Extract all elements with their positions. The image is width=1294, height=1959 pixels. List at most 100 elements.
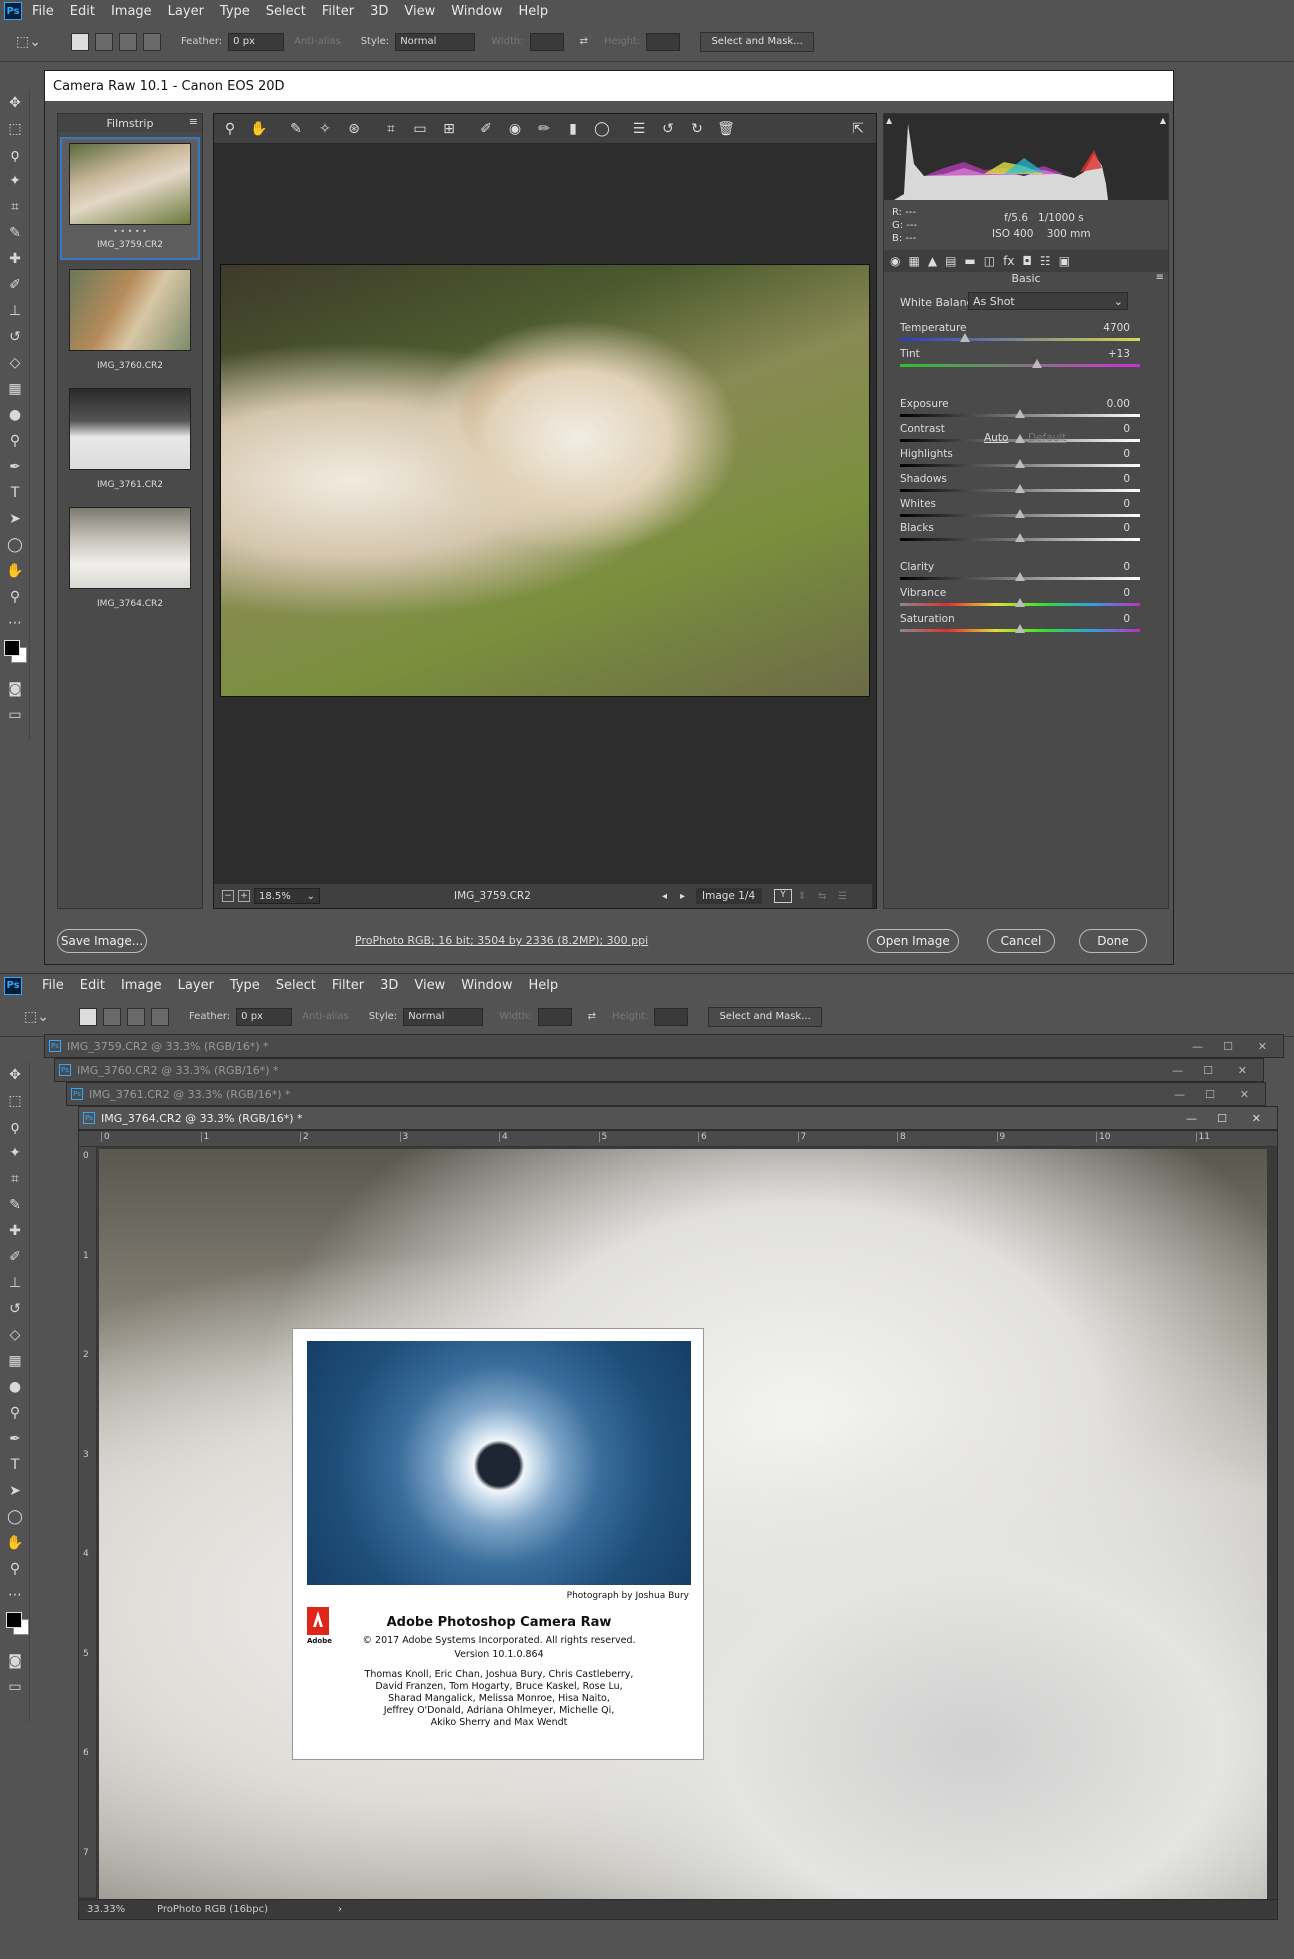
slider-saturation[interactable]: Saturation 0 <box>900 613 1144 633</box>
close-icon[interactable]: ✕ <box>1258 1040 1267 1053</box>
history-brush-icon[interactable]: ↺ <box>0 324 30 350</box>
fullscreen-icon[interactable]: ⇱ <box>848 121 868 137</box>
spot-removal-icon[interactable]: ✐ <box>476 121 496 137</box>
zoom-tool-icon[interactable]: ⚲ <box>0 584 30 610</box>
foreground-color-swatch[interactable] <box>4 640 20 656</box>
lasso-tool-icon[interactable]: ϙ <box>0 1114 30 1140</box>
slider-value[interactable]: 4700 <box>1103 322 1130 334</box>
workflow-options-link[interactable]: ProPhoto RGB; 16 bit; 3504 by 2336 (8.2M… <box>355 934 648 947</box>
slider-blacks[interactable]: Blacks 0 <box>900 522 1144 542</box>
targeted-adjustment-icon[interactable]: ⊛ <box>344 121 364 137</box>
minimize-icon[interactable]: — <box>1192 1040 1203 1053</box>
menu-select[interactable]: Select <box>276 978 316 993</box>
maximize-icon[interactable]: ☐ <box>1223 1040 1233 1053</box>
panel-menu-icon[interactable]: ≡ <box>1156 272 1164 283</box>
foreground-color-swatch[interactable] <box>6 1612 22 1628</box>
move-tool-icon[interactable]: ✥ <box>0 1062 30 1088</box>
about-camera-raw-dialog[interactable]: Photograph by Joshua Bury Adobe Adobe Ph… <box>292 1328 704 1760</box>
quick-mask-icon[interactable]: ◙ <box>0 1648 30 1674</box>
new-selection-icon[interactable] <box>78 1007 97 1026</box>
document-window-4[interactable]: Ps IMG_3764.CR2 @ 33.3% (RGB/16*) * — ☐ … <box>78 1106 1278 1130</box>
slider-thumb[interactable] <box>1015 484 1025 493</box>
shadow-clipping-icon[interactable]: ▲ <box>886 116 892 125</box>
menu-view[interactable]: View <box>414 978 445 993</box>
magic-wand-tool-icon[interactable]: ✦ <box>0 1140 30 1166</box>
swap-settings-icon[interactable]: ⇆ <box>818 891 826 902</box>
document-window-2[interactable]: Ps IMG_3760.CR2 @ 33.3% (RGB/16*) * — ☐ … <box>54 1058 1264 1082</box>
marquee-preset-icon[interactable]: ⬚⌄ <box>16 34 41 50</box>
close-icon[interactable]: ✕ <box>1240 1088 1249 1101</box>
maximize-icon[interactable]: ☐ <box>1203 1064 1213 1077</box>
tab-effects-icon[interactable]: fx <box>1003 254 1014 268</box>
style-select[interactable]: Normal <box>395 32 476 51</box>
slider-vibrance[interactable]: Vibrance 0 <box>900 587 1144 607</box>
menu-layer[interactable]: Layer <box>178 978 214 993</box>
close-icon[interactable]: ✕ <box>1238 1064 1247 1077</box>
slider-contrast[interactable]: Contrast 0 <box>900 423 1144 443</box>
brush-tool-icon[interactable]: ✐ <box>0 1244 30 1270</box>
crop-tool-icon[interactable]: ⌗ <box>0 1166 30 1192</box>
healing-tool-icon[interactable]: ✚ <box>0 1218 30 1244</box>
path-select-icon[interactable]: ➤ <box>0 1478 30 1504</box>
zoom-out-icon[interactable]: − <box>222 890 234 902</box>
slider-exposure[interactable]: Exposure 0.00 <box>900 398 1144 418</box>
menu-filter[interactable]: Filter <box>332 978 364 993</box>
menu-file[interactable]: File <box>32 4 54 19</box>
blur-tool-icon[interactable]: ● <box>0 1374 30 1400</box>
tab-hsl-icon[interactable]: ▤ <box>945 254 956 268</box>
slider-track[interactable] <box>900 364 1140 367</box>
straighten-tool-icon[interactable]: ▭ <box>410 121 430 137</box>
slider-thumb[interactable] <box>1015 624 1025 633</box>
dodge-tool-icon[interactable]: ⚲ <box>0 428 30 454</box>
type-tool-icon[interactable]: T <box>0 1452 30 1478</box>
highlight-clipping-icon[interactable]: ▲ <box>1160 116 1166 125</box>
slider-thumb[interactable] <box>959 333 970 342</box>
new-selection-icon[interactable] <box>70 32 89 51</box>
pen-tool-icon[interactable]: ✒ <box>0 1426 30 1452</box>
swap-icon[interactable]: ⇄ <box>580 36 588 47</box>
slider-value[interactable]: 0 <box>1123 473 1130 485</box>
slider-value[interactable]: 0 <box>1123 587 1130 599</box>
menu-3d[interactable]: 3D <box>380 978 398 993</box>
screen-mode-icon[interactable]: ▭ <box>0 1674 30 1700</box>
menu-window[interactable]: Window <box>461 978 512 993</box>
crop-tool-icon[interactable]: ⌗ <box>0 194 30 220</box>
pen-tool-icon[interactable]: ✒ <box>0 454 30 480</box>
rotate-left-icon[interactable]: ↺ <box>658 121 678 137</box>
stamp-tool-icon[interactable]: ⊥ <box>0 298 30 324</box>
color-swatches[interactable] <box>0 1608 30 1648</box>
tab-camera-calibration-icon[interactable]: ◘ <box>1022 254 1032 268</box>
menu-edit[interactable]: Edit <box>80 978 105 993</box>
rotate-right-icon[interactable]: ↻ <box>687 121 707 137</box>
eyedropper-tool-icon[interactable]: ✎ <box>0 1192 30 1218</box>
intersect-selection-icon[interactable] <box>142 32 161 51</box>
style-select[interactable]: Normal <box>403 1007 484 1026</box>
zoom-tool-icon[interactable]: ⚲ <box>0 1556 30 1582</box>
slider-value[interactable]: 0 <box>1123 613 1130 625</box>
transform-tool-icon[interactable]: ⊞ <box>439 121 459 137</box>
done-button[interactable]: Done <box>1079 929 1147 953</box>
minimize-icon[interactable]: — <box>1186 1112 1197 1125</box>
add-selection-icon[interactable] <box>102 1007 121 1026</box>
preview-settings-icon[interactable]: ☰ <box>838 891 847 902</box>
blur-tool-icon[interactable]: ● <box>0 402 30 428</box>
slider-whites[interactable]: Whites 0 <box>900 498 1144 518</box>
document-window-1[interactable]: Ps IMG_3759.CR2 @ 33.3% (RGB/16*) * — ☐ … <box>44 1034 1284 1058</box>
delete-icon[interactable]: 🗑 <box>716 121 736 137</box>
type-tool-icon[interactable]: T <box>0 480 30 506</box>
lasso-tool-icon[interactable]: ϙ <box>0 142 30 168</box>
swap-icon[interactable]: ⇄ <box>588 1011 596 1022</box>
dodge-tool-icon[interactable]: ⚲ <box>0 1400 30 1426</box>
feather-input[interactable]: 0 px <box>228 32 285 51</box>
adjustment-brush-icon[interactable]: ✏ <box>534 121 554 137</box>
hand-tool-icon[interactable]: ✋ <box>0 558 30 584</box>
tab-snapshots-icon[interactable]: ▣ <box>1059 254 1070 268</box>
slider-thumb[interactable] <box>1031 359 1042 368</box>
slider-thumb[interactable] <box>1015 434 1025 443</box>
tab-tone-curve-icon[interactable]: ▦ <box>908 254 919 268</box>
slider-thumb[interactable] <box>1015 409 1025 418</box>
menu-help[interactable]: Help <box>519 4 549 19</box>
zoom-in-icon[interactable]: + <box>238 890 250 902</box>
crop-tool-icon[interactable]: ⌗ <box>381 121 401 137</box>
slider-shadows[interactable]: Shadows 0 <box>900 473 1144 493</box>
